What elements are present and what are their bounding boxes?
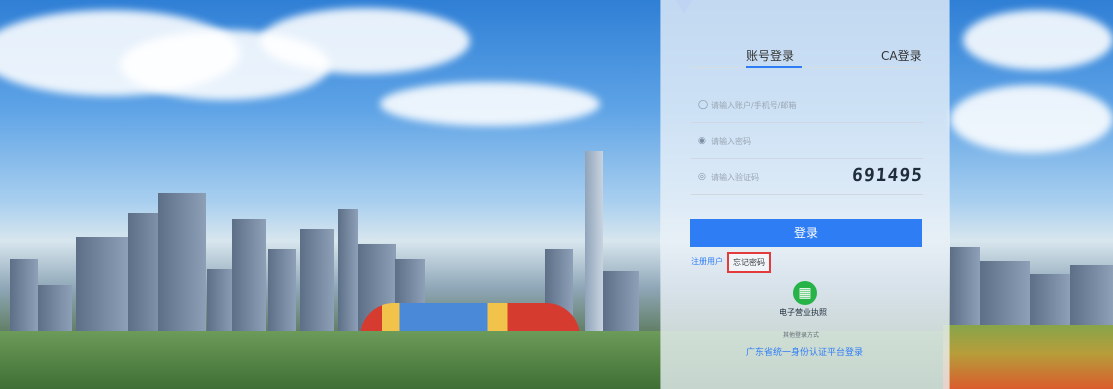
other-methods-label: 其他登录方式 <box>783 332 820 339</box>
cloud <box>963 10 1113 70</box>
login-button[interactable]: 登录 <box>690 219 922 247</box>
login-panel: 账号登录 CA登录 ◯ 请输入账户/手机号/邮箱 ◉ 请输入密码 ◎ 请输入验证… <box>661 0 949 389</box>
account-field[interactable]: ◯ 请输入账户/手机号/邮箱 <box>691 92 923 123</box>
lock-icon: ◉ <box>698 136 706 146</box>
cloud <box>950 85 1113 153</box>
login-links: 注册用户 忘记密码 <box>691 252 923 273</box>
guangdong-login-link[interactable]: 广东省统一身份认证平台登录 <box>746 345 863 358</box>
tab-ca-login[interactable]: CA登录 <box>881 47 922 64</box>
password-placeholder: 请输入密码 <box>711 137 751 146</box>
flower-bed <box>943 325 1113 389</box>
user-icon: ◯ <box>698 100 709 110</box>
license-icon[interactable]: ▦ <box>793 281 817 305</box>
shield-icon: ◎ <box>698 172 706 182</box>
captcha-placeholder: 请输入验证码 <box>711 173 759 182</box>
captcha-field[interactable]: ◎ 请输入验证码 691495 <box>691 164 924 195</box>
cloud <box>260 8 470 74</box>
tab-account-login[interactable]: 账号登录 <box>746 47 794 64</box>
captcha-image[interactable]: 691495 <box>851 165 923 186</box>
active-tab-underline <box>746 66 802 68</box>
register-link[interactable]: 注册用户 <box>691 256 723 267</box>
login-tabs: 账号登录 CA登录 <box>691 37 923 68</box>
license-label[interactable]: 电子营业执照 <box>779 307 827 318</box>
account-placeholder: 请输入账户/手机号/邮箱 <box>711 101 797 110</box>
forgot-password-link[interactable]: 忘记密码 <box>727 252 771 273</box>
cloud <box>380 82 600 126</box>
password-field[interactable]: ◉ 请输入密码 <box>691 128 923 159</box>
